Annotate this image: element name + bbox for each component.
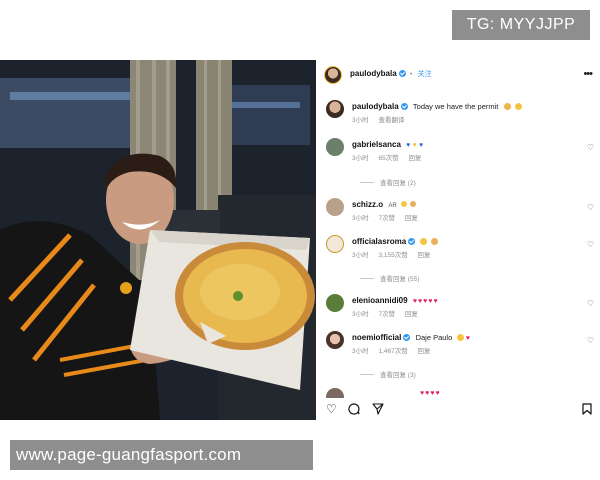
comment-likes[interactable]: 7次赞 — [378, 215, 395, 222]
comment-time: 3小时 — [352, 215, 369, 222]
caption-meta: 3小时 查看翻译 — [352, 114, 412, 124]
face-emoji-icon — [400, 201, 407, 207]
comment-likes[interactable]: 65次赞 — [378, 155, 398, 162]
wave-emoji-icon — [430, 238, 438, 245]
author-avatar[interactable] — [324, 66, 342, 84]
comment-username[interactable]: schizz.o — [352, 200, 383, 209]
blue-heart-emoji-icon: ♥ — [418, 142, 424, 149]
comment-time: 3小时 — [352, 155, 369, 162]
comments-panel: paulodybala • 关注 ••• paulodybala Today w… — [316, 60, 600, 420]
comment-username[interactable]: gabrielsanca — [352, 140, 401, 149]
comment-meta: 3小时 3,155次赞 回复 — [352, 249, 439, 259]
smile-emoji-icon — [420, 238, 428, 245]
comment-time: 3小时 — [352, 311, 369, 318]
like-comment-heart-icon[interactable]: ♡ — [587, 299, 594, 308]
blue-heart-emoji-icon: ♥ — [406, 142, 411, 149]
post-photo — [0, 60, 316, 420]
like-comment-heart-icon[interactable]: ♡ — [587, 240, 594, 249]
caption-time: 3小时 — [352, 117, 369, 124]
caption-text: Today we have the permit — [412, 102, 499, 111]
comment-line: gabrielsanca ♥ ♥ ♥ — [352, 140, 423, 149]
verified-badge-icon — [398, 70, 406, 77]
post-header: paulodybala • 关注 ••• — [316, 60, 600, 90]
comment-likes[interactable]: 7次赞 — [378, 311, 395, 318]
partial-emoji-icon: ♥♥♥♥ — [420, 390, 441, 397]
commenter-avatar[interactable] — [326, 331, 344, 349]
comment-meta: 3小时 7次赞 回复 — [352, 212, 426, 222]
author-line: paulodybala • 关注 — [350, 69, 432, 79]
comment-line: noemiofficial Daje Paulo ♥ — [352, 333, 470, 342]
red-heart-emoji-icon: ♥ — [465, 335, 470, 342]
comment-time: 3小时 — [352, 348, 369, 355]
comment-time: 3小时 — [352, 252, 369, 259]
like-comment-heart-icon[interactable]: ♡ — [587, 203, 594, 212]
comment-username[interactable]: noemiofficial — [352, 333, 401, 342]
reply-button[interactable]: 回复 — [405, 311, 418, 318]
post-actions: ♡ — [316, 398, 600, 420]
commenter-avatar[interactable] — [326, 294, 344, 312]
comment-username[interactable]: elenioannidi09 — [352, 296, 408, 305]
comment-username[interactable]: officialasroma — [352, 237, 406, 246]
like-comment-heart-icon[interactable]: ♡ — [587, 143, 594, 152]
like-comment-heart-icon[interactable]: ♡ — [587, 336, 594, 345]
commenter-avatar[interactable] — [326, 198, 344, 216]
pizza-emoji-icon — [503, 103, 511, 110]
reply-button[interactable]: 回复 — [418, 252, 431, 259]
view-replies-link[interactable]: 查看回复 (3) — [360, 369, 416, 379]
share-icon[interactable] — [372, 403, 384, 415]
caption-avatar[interactable] — [326, 100, 344, 118]
comment-text: Daje Paulo — [415, 333, 453, 342]
heart-icon[interactable]: ♡ — [326, 402, 337, 416]
verified-badge-icon — [403, 334, 411, 341]
separator-dot: • — [409, 71, 413, 78]
reply-button[interactable]: 回复 — [405, 215, 418, 222]
comment-likes[interactable]: 1,467次赞 — [378, 348, 407, 355]
cheers-emoji-icon — [514, 103, 522, 110]
yellow-heart-emoji-icon: ♥ — [412, 142, 417, 149]
caption-username[interactable]: paulodybala — [352, 102, 399, 111]
telegram-watermark: TG: MYYJJPP — [452, 10, 590, 40]
comment-likes[interactable]: 3,155次赞 — [378, 252, 407, 259]
clap-emoji-icon — [456, 334, 464, 341]
comment-line: schizz.o AR — [352, 200, 417, 209]
comment-icon[interactable] — [348, 403, 360, 415]
translate-link[interactable]: 查看翻译 — [378, 117, 404, 124]
more-icon[interactable]: ••• — [583, 68, 593, 80]
view-replies-link[interactable]: 查看回复 (2) — [360, 177, 416, 187]
caption-line: paulodybala Today we have the permit — [352, 102, 522, 111]
heart-eyes-emoji-icon: ♥♥♥♥♥ — [412, 298, 439, 305]
commenter-avatar[interactable] — [326, 235, 344, 253]
reply-button[interactable]: 回复 — [418, 348, 431, 355]
reply-button[interactable]: 回复 — [408, 155, 421, 162]
comment-meta: 3小时 65次赞 回复 — [352, 152, 429, 162]
comment-meta: 3小时 7次赞 回复 — [352, 308, 426, 318]
comment-text: AR — [388, 203, 397, 209]
flex-emoji-icon — [410, 201, 417, 207]
comment-line: elenioannidi09 ♥♥♥♥♥ — [352, 296, 439, 305]
author-username[interactable]: paulodybala — [350, 69, 397, 78]
verified-badge-icon — [408, 238, 416, 245]
comment-meta: 3小时 1,467次赞 回复 — [352, 345, 439, 355]
bookmark-icon[interactable] — [582, 403, 592, 415]
follow-button[interactable]: 关注 — [418, 71, 432, 78]
comment-line: officialasroma — [352, 237, 438, 246]
instagram-post: paulodybala • 关注 ••• paulodybala Today w… — [0, 60, 600, 420]
view-replies-link[interactable]: 查看回复 (55) — [360, 273, 419, 283]
site-watermark: www.page-guangfasport.com — [10, 440, 313, 470]
commenter-avatar[interactable] — [326, 138, 344, 156]
verified-badge-icon — [400, 103, 408, 110]
